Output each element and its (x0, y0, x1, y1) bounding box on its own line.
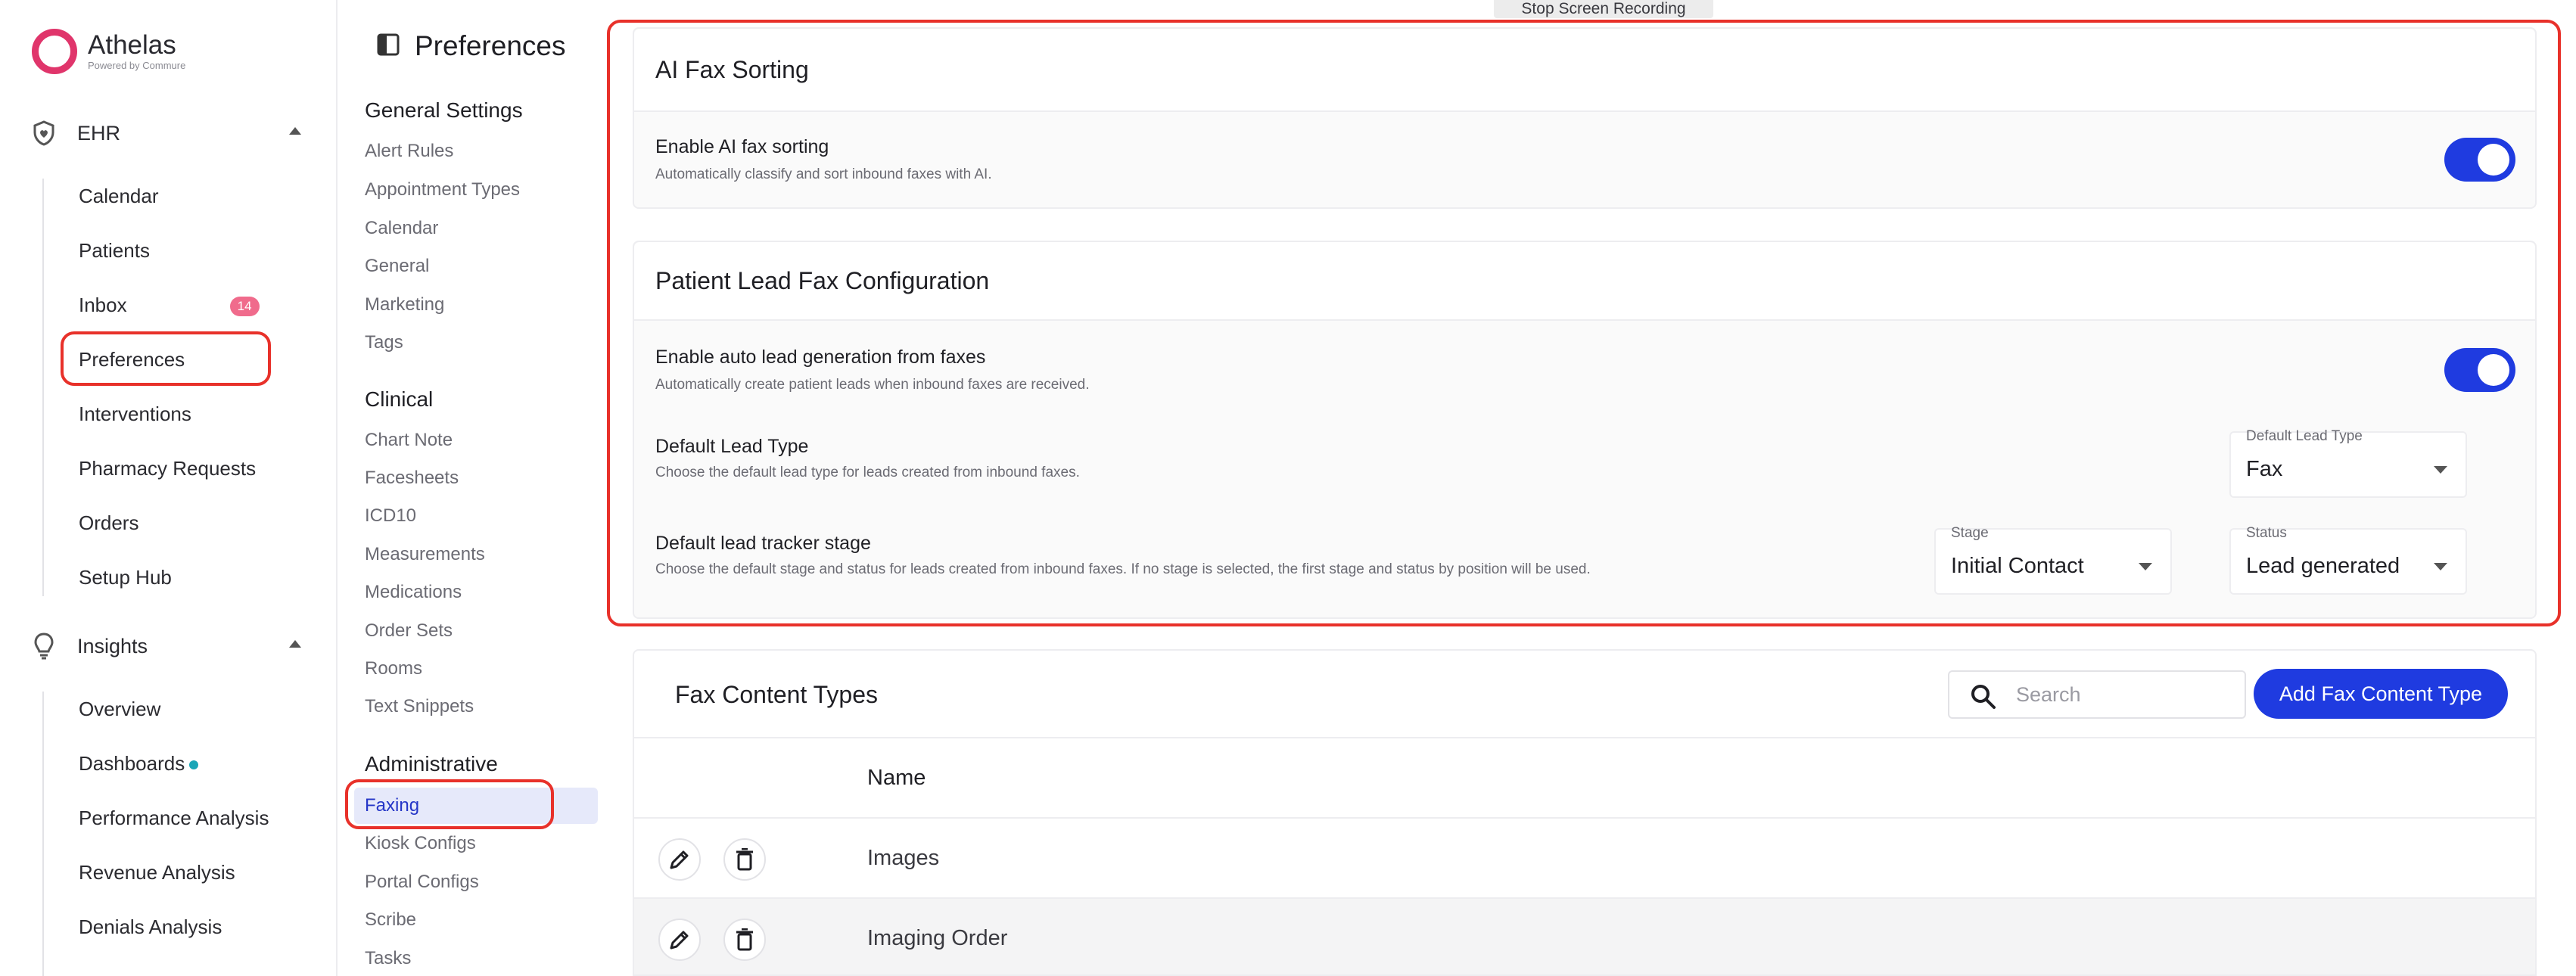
nav-item-inbox[interactable]: Inbox 14 (79, 290, 260, 320)
preferences-sidebar: Preferences General Settings Alert Rules… (339, 0, 611, 976)
new-indicator-dot (189, 760, 199, 770)
pref-item-chart-note[interactable]: Chart Note (365, 427, 453, 454)
pencil-icon (670, 850, 689, 869)
nav-item-label: Inbox (79, 294, 127, 316)
table-header: Name (634, 738, 2535, 819)
pref-item-scribe[interactable]: Scribe (365, 906, 416, 934)
pref-item-icd10[interactable]: ICD10 (365, 502, 416, 530)
nav-item-calendar[interactable]: Calendar (79, 181, 159, 211)
nav-item-pharmacy-requests[interactable]: Pharmacy Requests (79, 453, 256, 483)
trash-icon (736, 928, 753, 951)
nav-group-insights[interactable]: Insights (29, 631, 301, 661)
sidebar-toggle-icon[interactable] (377, 33, 400, 60)
main-sidebar: Athelas Powered by Commure EHR Calendar … (0, 0, 338, 976)
brand-logo: Athelas Powered by Commure (32, 29, 185, 74)
section-heading-administrative: Administrative (365, 752, 498, 776)
page-title: Preferences (415, 30, 566, 61)
lightbulb-icon (29, 631, 59, 661)
highlight-preferences (61, 331, 271, 386)
pref-item-text-snippets[interactable]: Text Snippets (365, 693, 474, 720)
pref-item-alert-rules[interactable]: Alert Rules (365, 138, 453, 165)
section-heading-general: General Settings (365, 98, 523, 122)
inbox-count-badge: 14 (229, 297, 260, 317)
chevron-up-icon[interactable] (289, 127, 301, 135)
add-fax-content-type-button[interactable]: Add Fax Content Type (2254, 669, 2508, 719)
column-header-name[interactable]: Name (867, 766, 926, 791)
row-name: Images (867, 846, 940, 870)
pref-item-medications[interactable]: Medications (365, 579, 462, 606)
preferences-header: Preferences (377, 30, 566, 62)
row-name: Imaging Order (867, 926, 1008, 950)
nav-item-revenue-analysis[interactable]: Revenue Analysis (79, 857, 235, 887)
stop-recording-indicator[interactable]: Stop Screen Recording (1494, 0, 1713, 18)
edit-button[interactable] (658, 838, 701, 881)
search-icon (1971, 685, 1996, 709)
highlight-fax-settings (607, 20, 2561, 626)
nav-rail (42, 179, 44, 596)
pref-item-calendar[interactable]: Calendar (365, 215, 438, 242)
fax-content-types-card: Fax Content Types Add Fax Content Type N… (633, 649, 2537, 976)
nav-item-dashboards[interactable]: Dashboards (79, 748, 199, 779)
nav-item-denials-analysis[interactable]: Denials Analysis (79, 912, 222, 942)
search-input[interactable] (2016, 681, 2235, 708)
nav-rail (42, 692, 44, 976)
trash-icon (736, 848, 753, 871)
card-title: Fax Content Types (675, 681, 878, 708)
table-row: Imaging Order (634, 899, 2535, 974)
highlight-faxing (345, 779, 554, 829)
brand-name: Athelas (88, 30, 176, 60)
table-row: Images (634, 819, 2535, 899)
pref-item-portal-configs[interactable]: Portal Configs (365, 869, 479, 896)
nav-group-ehr[interactable]: EHR (29, 118, 301, 148)
nav-item-orders[interactable]: Orders (79, 508, 138, 538)
pref-item-kiosk-configs[interactable]: Kiosk Configs (365, 830, 476, 857)
edit-button[interactable] (658, 918, 701, 961)
shield-heart-icon (29, 118, 59, 148)
card-header: Fax Content Types Add Fax Content Type (634, 651, 2535, 738)
pref-item-facesheets[interactable]: Facesheets (365, 465, 459, 492)
pref-item-measurements[interactable]: Measurements (365, 541, 485, 568)
chevron-up-icon[interactable] (289, 640, 301, 648)
pref-item-order-sets[interactable]: Order Sets (365, 617, 453, 645)
brand-ring-icon (32, 29, 77, 74)
search-box[interactable] (1948, 670, 2246, 719)
nav-item-patients[interactable]: Patients (79, 235, 150, 266)
section-heading-clinical: Clinical (365, 387, 434, 411)
delete-button[interactable] (723, 838, 766, 881)
pref-item-rooms[interactable]: Rooms (365, 655, 422, 682)
nav-item-setup-hub[interactable]: Setup Hub (79, 562, 172, 592)
pref-item-tasks[interactable]: Tasks (365, 945, 411, 972)
nav-item-performance-analysis[interactable]: Performance Analysis (79, 803, 269, 833)
delete-button[interactable] (723, 918, 766, 961)
pref-item-marketing[interactable]: Marketing (365, 291, 444, 319)
nav-group-label: Insights (77, 634, 148, 657)
pref-item-general[interactable]: General (365, 253, 429, 280)
brand-tagline: Powered by Commure (88, 60, 186, 71)
nav-item-interventions[interactable]: Interventions (79, 399, 191, 429)
pref-item-appointment-types[interactable]: Appointment Types (365, 176, 520, 204)
pencil-icon (670, 931, 689, 950)
pref-item-tags[interactable]: Tags (365, 329, 403, 356)
nav-item-overview[interactable]: Overview (79, 694, 160, 724)
nav-item-label: Dashboards (79, 752, 185, 775)
nav-group-label: EHR (77, 121, 121, 145)
